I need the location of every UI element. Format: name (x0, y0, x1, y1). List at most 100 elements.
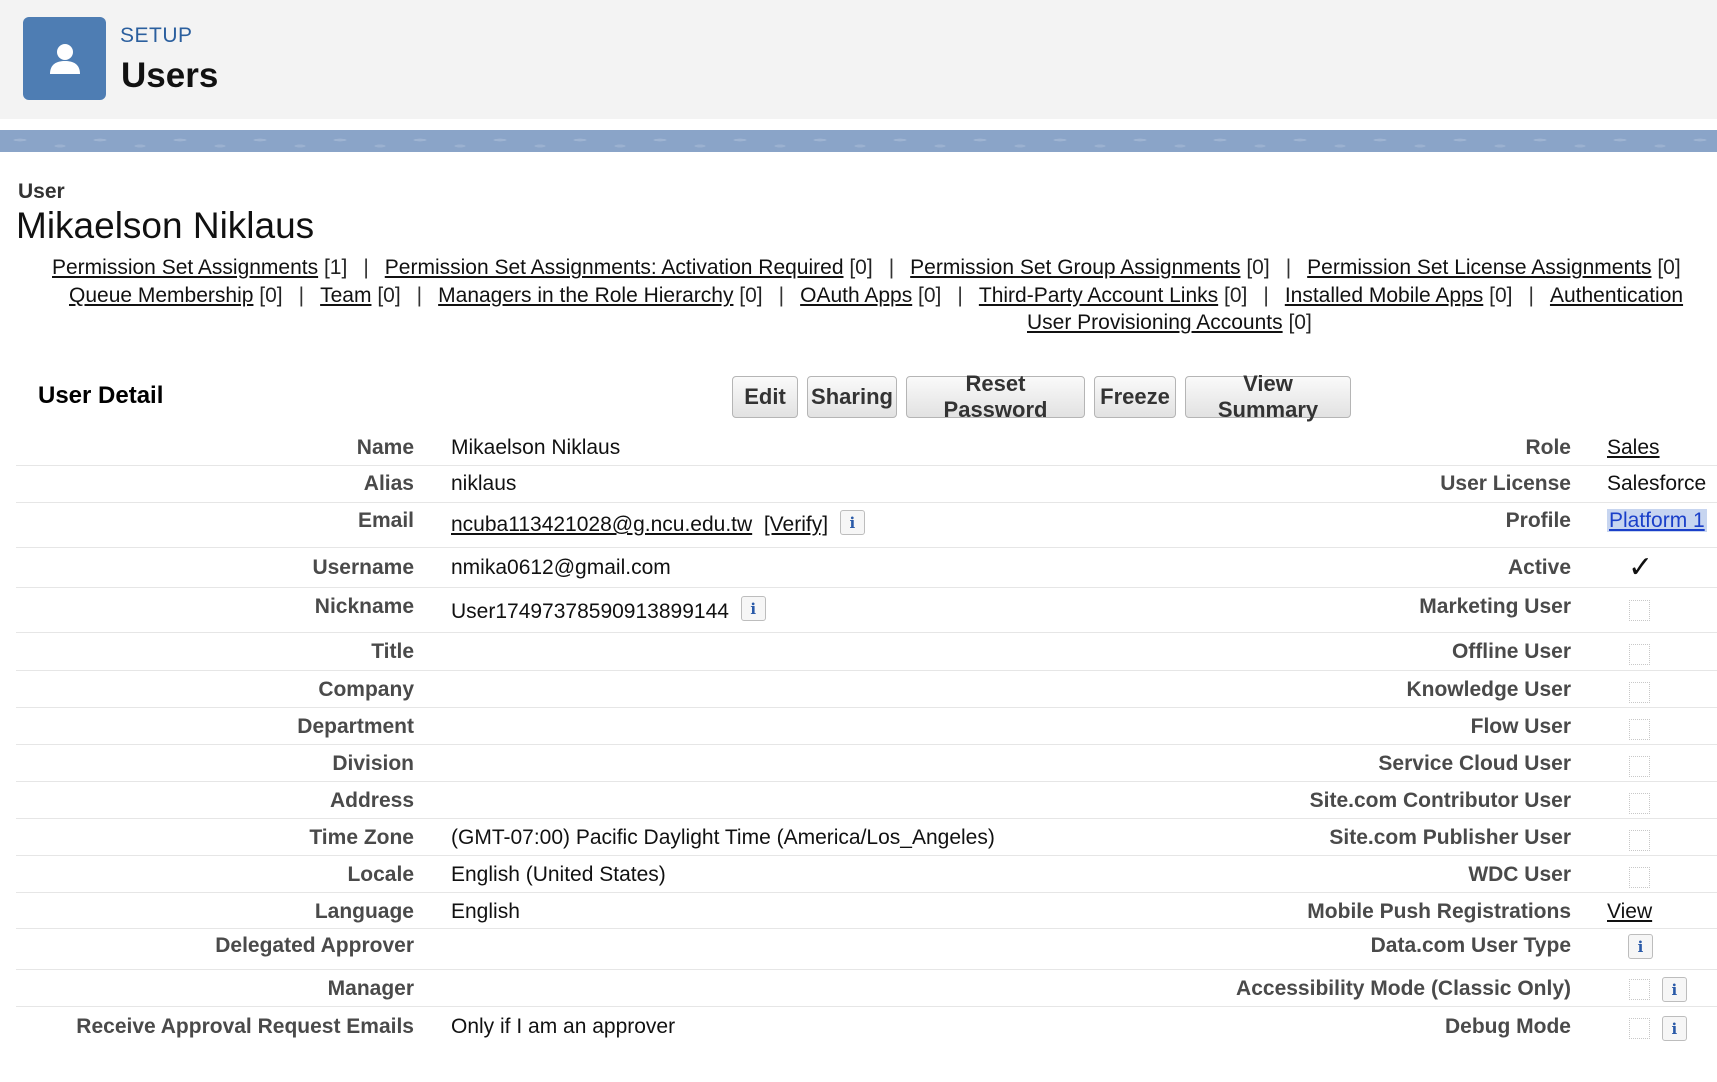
field-value: nmika0612@gmail.com (451, 556, 671, 579)
table-row: Division Service Cloud User (16, 745, 1717, 782)
reset-password-button[interactable]: Reset Password (906, 371, 1085, 422)
field-label: Knowledge User (1406, 678, 1571, 701)
field-label: Accessibility Mode (Classic Only) (1236, 977, 1571, 1000)
link-oauth-apps[interactable]: OAuth Apps (800, 284, 912, 307)
table-row: Email ncuba113421028@g.ncu.edu.tw [Verif… (16, 503, 1717, 548)
field-value: niklaus (451, 472, 517, 495)
field-label: Mobile Push Registrations (1307, 900, 1571, 923)
link-count: [0] (1223, 284, 1248, 307)
email-link[interactable]: ncuba113421028@g.ncu.edu.tw (451, 513, 752, 536)
service-cloud-user-checkbox (1629, 755, 1650, 777)
link-authentication[interactable]: Authentication (1550, 284, 1683, 307)
table-row: Address Site.com Contributor User (16, 782, 1717, 819)
table-row: Receive Approval Request Emails Only if … (16, 1007, 1717, 1047)
view-summary-button[interactable]: View Summary (1185, 371, 1351, 422)
field-value: User17497378590913899144 (451, 600, 729, 624)
section-title: User Detail (38, 382, 164, 409)
field-label: Profile (1505, 509, 1571, 532)
link-count: [0] (849, 256, 873, 279)
link-installed-mobile-apps[interactable]: Installed Mobile Apps (1285, 284, 1483, 307)
sitecom-publisher-checkbox (1629, 829, 1650, 851)
checkmark-icon: ✓ (1628, 551, 1654, 584)
link-count: [1] (323, 256, 348, 279)
field-label: Debug Mode (1445, 1015, 1571, 1038)
table-row: Manager Accessibility Mode (Classic Only… (16, 970, 1717, 1007)
field-label: Active (1507, 556, 1571, 579)
edit-button[interactable]: Edit (732, 376, 798, 418)
info-icon[interactable]: i (1661, 977, 1687, 1002)
related-links-line3: User Provisioning Accounts [0] (1027, 311, 1312, 335)
field-label: Service Cloud User (1378, 752, 1571, 775)
link-queue-membership[interactable]: Queue Membership (69, 284, 253, 307)
link-permission-set-assignments[interactable]: Permission Set Assignments (52, 256, 318, 279)
field-label: Alias (363, 472, 414, 495)
field-label: Offline User (1451, 640, 1571, 663)
field-value: (GMT-07:00) Pacific Daylight Time (Ameri… (451, 826, 995, 849)
page-header: SETUP Users (0, 0, 1717, 119)
verify-link[interactable]: [Verify] (764, 513, 828, 536)
link-user-provisioning-accounts[interactable]: User Provisioning Accounts (1027, 311, 1283, 334)
user-icon (23, 17, 106, 100)
table-row: Company Knowledge User (16, 671, 1717, 708)
field-label: Nickname (314, 595, 414, 618)
table-row: Title Offline User (16, 633, 1717, 671)
sitecom-contributor-checkbox (1629, 792, 1650, 814)
profile-link[interactable]: Platform 1 (1607, 509, 1707, 532)
link-third-party-accounts[interactable]: Third-Party Account Links (979, 284, 1218, 307)
knowledge-user-checkbox (1629, 681, 1650, 703)
link-permission-set-activation[interactable]: Permission Set Assignments: Activation R… (385, 256, 844, 279)
info-icon[interactable]: i (1628, 934, 1653, 959)
setup-label: SETUP (120, 24, 193, 47)
link-team[interactable]: Team (320, 284, 371, 307)
field-label: Role (1525, 436, 1571, 459)
record-name: Mikaelson Niklaus (16, 205, 315, 246)
link-count: [0] (1657, 256, 1681, 279)
link-count: [0] (1246, 256, 1270, 279)
role-link[interactable]: Sales (1607, 436, 1660, 459)
page-title: Users (121, 56, 219, 95)
table-row: Language English Mobile Push Registratio… (16, 893, 1717, 929)
field-label: Manager (327, 977, 414, 1000)
marketing-user-checkbox (1629, 599, 1650, 621)
info-icon[interactable]: i (1661, 1016, 1687, 1041)
field-label: Address (329, 789, 414, 812)
link-count: [0] (377, 284, 401, 307)
link-permission-set-license[interactable]: Permission Set License Assignments (1307, 256, 1651, 279)
field-label: Site.com Contributor User (1309, 789, 1571, 812)
field-label: Site.com Publisher User (1329, 826, 1571, 849)
record-type: User (18, 180, 65, 203)
link-managers-role-hierarchy[interactable]: Managers in the Role Hierarchy (438, 284, 733, 307)
detail-table: Name Mikaelson Niklaus Role Sales Alias … (16, 428, 1717, 1047)
link-count: [0] (1288, 311, 1312, 334)
table-row: Alias niklaus User License Salesforce (16, 466, 1717, 503)
field-label: Division (332, 752, 414, 775)
table-row: Name Mikaelson Niklaus Role Sales (16, 428, 1717, 466)
related-links-line1: Permission Set Assignments [1] | Permissio… (52, 256, 1681, 279)
wdc-user-checkbox (1629, 866, 1650, 888)
mobile-push-view-link[interactable]: View (1607, 900, 1652, 923)
link-count: [0] (739, 284, 763, 307)
field-label: Username (312, 556, 414, 579)
table-row: Nickname User17497378590913899144 i Mark… (16, 588, 1717, 633)
field-label: Data.com User Type (1370, 934, 1571, 957)
field-label: Title (371, 640, 414, 663)
related-links-line2: Queue Membership [0] | Team [0] | Managers i… (69, 284, 1684, 307)
field-label: Email (357, 509, 414, 532)
link-permission-set-group[interactable]: Permission Set Group Assignments (910, 256, 1240, 279)
freeze-button[interactable]: Freeze (1094, 376, 1176, 418)
info-icon[interactable]: i (839, 510, 865, 535)
info-icon[interactable]: i (740, 596, 766, 621)
field-label: Marketing User (1419, 595, 1571, 618)
field-label: Time Zone (309, 826, 414, 849)
offline-user-checkbox (1629, 643, 1650, 665)
field-label: Language (314, 900, 414, 923)
flow-user-checkbox (1629, 718, 1650, 740)
field-value: English (451, 900, 520, 923)
field-value: Salesforce (1607, 472, 1707, 495)
field-label: User License (1440, 472, 1571, 495)
table-row: Username nmika0612@gmail.com Active ✓ (16, 548, 1717, 588)
field-value: English (United States) (451, 863, 666, 886)
field-label: Delegated Approver (215, 934, 414, 957)
sharing-button[interactable]: Sharing (807, 376, 897, 418)
accessibility-mode-checkbox (1629, 979, 1650, 1000)
